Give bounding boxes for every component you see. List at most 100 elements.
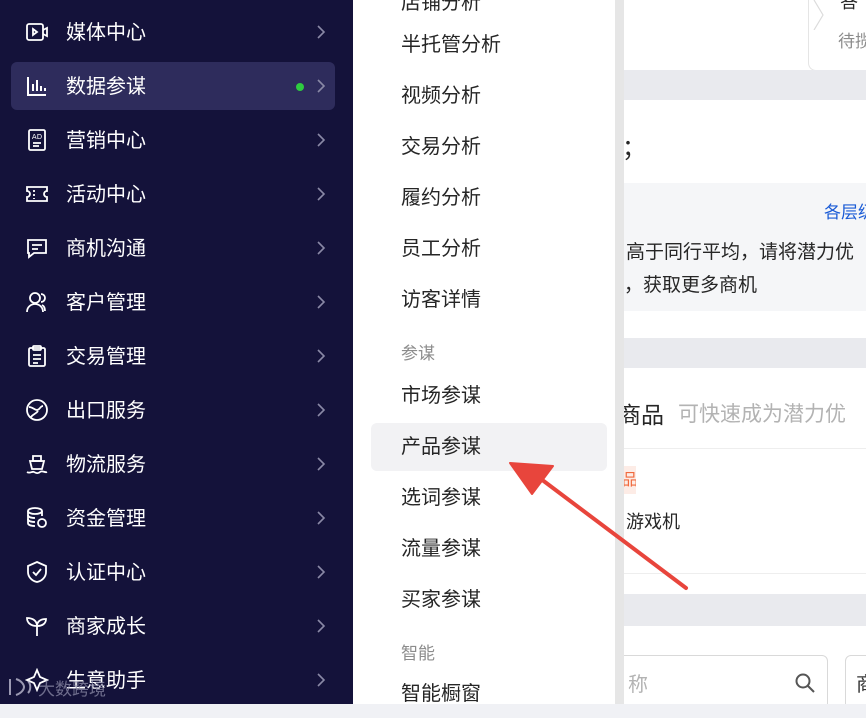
sprout-icon: [25, 614, 49, 638]
levels-link[interactable]: 各层级: [824, 198, 866, 223]
submenu-item-label: 选词参谋: [401, 485, 481, 509]
watermark-logo-icon: [6, 675, 34, 699]
submenu-item-label: 履约分析: [401, 185, 481, 209]
data-advisor-submenu: 店铺分析 半托管分析 视频分析 交易分析 履约分析 员工分析 访客详情 参谋 市…: [353, 0, 615, 705]
chevron-right-icon: [315, 670, 327, 690]
submenu-item-product-advisor[interactable]: 产品参谋: [371, 423, 607, 471]
submenu-item-label: 半托管分析: [401, 32, 501, 56]
ad-icon: AD: [25, 128, 49, 152]
nav-item-marketing-center[interactable]: AD 营销中心: [11, 116, 335, 164]
nav-item-export-services[interactable]: 出口服务: [11, 386, 335, 434]
chevron-right-icon: [315, 76, 327, 96]
chevron-right-icon: [315, 454, 327, 474]
media-icon: [25, 20, 49, 44]
product-badge: 品: [624, 466, 636, 494]
chevron-right-icon: [315, 130, 327, 150]
section-heading: ；: [624, 134, 646, 162]
notice-line-2: ，获取更多商机: [624, 274, 758, 296]
nav-label: 商机沟通: [66, 236, 146, 260]
nav-label: 物流服务: [66, 452, 146, 476]
submenu-item-smart-showcase[interactable]: 智能橱窗: [371, 670, 607, 718]
nav-label: 数据参谋: [66, 74, 146, 98]
users-icon: [25, 290, 49, 314]
nav-item-media-center[interactable]: 媒体中心: [11, 8, 335, 56]
chevron-right-icon: [315, 184, 327, 204]
section-separator: [624, 70, 866, 100]
globe-icon: [25, 398, 49, 422]
coins-icon: [25, 506, 49, 530]
nav-label: 交易管理: [66, 344, 146, 368]
chevron-right-icon: [315, 562, 327, 582]
product-section-subtitle: 可快速成为潜力优: [678, 402, 846, 426]
submenu-item-video-analysis[interactable]: 视频分析: [371, 72, 607, 120]
submenu-item-trade-analysis[interactable]: 交易分析: [371, 123, 607, 171]
nav-item-merchant-growth[interactable]: 商家成长: [11, 602, 335, 650]
submenu-item-traffic-advisor[interactable]: 流量参谋: [371, 525, 607, 573]
submenu-scrollbar[interactable]: [615, 0, 624, 704]
submenu-item-label: 访客详情: [401, 287, 481, 311]
submenu-item-visitor-details[interactable]: 访客详情: [371, 276, 607, 324]
watermark: 大数跨境: [6, 672, 106, 702]
submenu-item-label: 交易分析: [401, 134, 481, 158]
main-content: 答 待揽 ； 各层级 高于同行平均，请将潜力优 ，获取更多商机 商品 可快速成为…: [624, 0, 866, 704]
chevron-right-icon: [315, 346, 327, 366]
nav-label: 商家成长: [66, 614, 146, 638]
nav-label: 营销中心: [66, 128, 146, 152]
svg-text:AD: AD: [32, 133, 42, 141]
nav-label: 资金管理: [66, 506, 146, 530]
submenu-item-label: 智能橱窗: [401, 681, 481, 705]
nav-label: 活动中心: [66, 182, 146, 206]
nav-item-business-chat[interactable]: 商机沟通: [11, 224, 335, 272]
nav-item-trade-management[interactable]: 交易管理: [11, 332, 335, 380]
chevron-right-icon: [315, 238, 327, 258]
submenu-item-label: 员工分析: [401, 236, 481, 260]
product-badge-text: 品: [624, 470, 636, 489]
nav-label: 认证中心: [66, 560, 146, 584]
submenu-item-label: 市场参谋: [401, 383, 481, 407]
bar-chart-icon: [25, 74, 49, 98]
chevron-right-icon: [315, 616, 327, 636]
submenu-item-keyword-advisor[interactable]: 选词参谋: [371, 474, 607, 522]
nav-item-data-advisor[interactable]: 数据参谋: [11, 62, 335, 110]
submenu-group-title-canmou: 参谋: [401, 344, 435, 364]
nav-item-customer-management[interactable]: 客户管理: [11, 278, 335, 326]
filter-input-text: 商: [856, 668, 866, 697]
section-separator: [624, 338, 866, 368]
submenu-item-label: 流量参谋: [401, 536, 481, 560]
shipping-icon: [25, 452, 49, 476]
nav-item-activity-center[interactable]: 活动中心: [11, 170, 335, 218]
product-name: 游戏机: [626, 512, 680, 533]
product-section-title: 商品: [624, 403, 664, 429]
step-chevron-icon: [812, 0, 826, 31]
submenu-item-semi-managed-analysis[interactable]: 半托管分析: [371, 21, 607, 69]
chat-icon: [25, 236, 49, 260]
chevron-right-icon: [315, 400, 327, 420]
chevron-right-icon: [315, 508, 327, 528]
search-placeholder: 称: [628, 672, 648, 696]
submenu-item-label: 视频分析: [401, 83, 481, 107]
pending-label: 待揽: [838, 32, 866, 52]
submenu-item-buyer-advisor[interactable]: 买家参谋: [371, 576, 607, 624]
submenu-item-label: 店铺分析: [401, 0, 481, 14]
sidebar: 媒体中心 数据参谋 AD 营销中心 活动中心 商机沟通 客户管理 交易管理 出口…: [0, 0, 353, 704]
search-icon[interactable]: [794, 672, 816, 694]
clipboard-icon: [25, 344, 49, 368]
submenu-item-staff-analysis[interactable]: 员工分析: [371, 225, 607, 273]
nav-label: 出口服务: [66, 398, 146, 422]
ticket-icon: [25, 182, 49, 206]
submenu-item-market-advisor[interactable]: 市场参谋: [371, 372, 607, 420]
chevron-right-icon: [315, 22, 327, 42]
submenu-group-title-zhineng: 智能: [401, 644, 435, 664]
nav-label: 媒体中心: [66, 20, 146, 44]
status-dot: [296, 83, 304, 91]
watermark-text: 大数跨境: [38, 679, 106, 700]
nav-item-certification-center[interactable]: 认证中心: [11, 548, 335, 596]
top-tab-text: 答: [840, 0, 858, 13]
chevron-right-icon: [315, 292, 327, 312]
section-separator: [624, 594, 866, 626]
shield-check-icon: [25, 560, 49, 584]
nav-item-fund-management[interactable]: 资金管理: [11, 494, 335, 542]
submenu-item-label: 产品参谋: [401, 434, 481, 458]
submenu-item-fulfillment-analysis[interactable]: 履约分析: [371, 174, 607, 222]
nav-item-logistics-services[interactable]: 物流服务: [11, 440, 335, 488]
